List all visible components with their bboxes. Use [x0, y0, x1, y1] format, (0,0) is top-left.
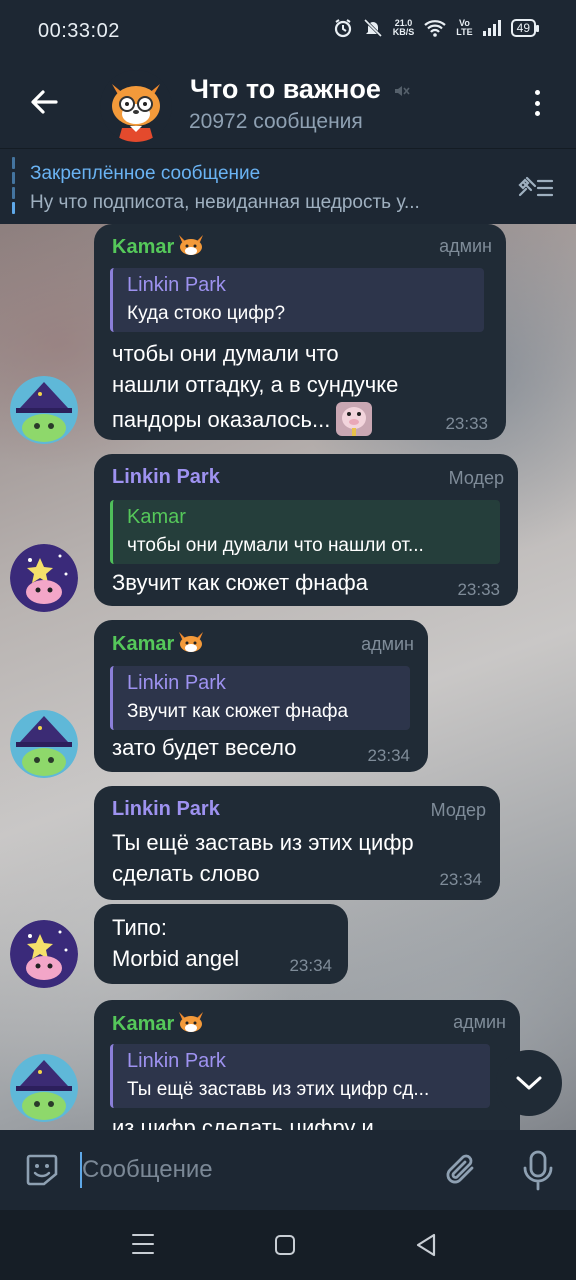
wifi-icon — [424, 20, 447, 37]
mute-bell-icon — [363, 18, 382, 38]
back-arrow-icon[interactable] — [26, 84, 62, 120]
avatar-linkin-park[interactable] — [10, 544, 78, 612]
message-time: 23:34 — [367, 746, 410, 765]
message-time: 23:34 — [289, 956, 332, 975]
emoji-sticker-icon[interactable] — [22, 1150, 62, 1190]
message-bubble[interactable]: Linkin Park Модер Ты ещё заставь из этих… — [94, 786, 500, 900]
pin-list-icon[interactable] — [516, 173, 556, 201]
sender-name[interactable]: Linkin Park — [112, 466, 220, 489]
reply-text: Ты ещё заставь из этих цифр сд... — [127, 1079, 430, 1100]
message-bubble[interactable]: Kamar админ Linkin Park Звучит как сюжет… — [94, 620, 428, 772]
sender-role: Модер — [430, 800, 486, 820]
fox-emoji-icon — [179, 235, 204, 255]
message-time: 23:34 — [439, 870, 482, 889]
carrier-label: Vo LTE — [456, 18, 473, 37]
pinned-message-bar[interactable]: Закреплённое сообщение Ну что подписота,… — [0, 148, 576, 224]
sender-name[interactable]: Kamar — [112, 1010, 206, 1036]
message-text: чтобы они думали что нашли отгадку, а в … — [112, 338, 398, 438]
pinned-text: Ну что подписота, невиданная щедрость у.… — [30, 192, 420, 213]
avatar-linkin-park[interactable] — [10, 920, 78, 988]
message-composer — [0, 1130, 576, 1210]
avatar-kamar[interactable] — [10, 376, 78, 444]
sender-name[interactable]: Linkin Park — [112, 798, 220, 821]
reply-text: чтобы они думали что нашли от... — [127, 535, 424, 556]
chat-header: Что то важное 20972 сообщения — [0, 62, 576, 148]
avatar-kamar[interactable] — [10, 1054, 78, 1122]
home-icon[interactable] — [275, 1235, 295, 1255]
chat-area[interactable]: Kamar админ Linkin Park Куда стоко цифр?… — [0, 224, 576, 1130]
message-text: Ты ещё заставь из этих цифр сделать слов… — [112, 830, 414, 886]
nav-back-icon[interactable] — [414, 1232, 438, 1258]
sender-role: админ — [439, 236, 492, 256]
message-text: Звучит как сюжет фнафа — [112, 570, 368, 595]
sender-name[interactable]: Kamar — [112, 630, 206, 656]
muted-speaker-icon — [395, 86, 410, 96]
reply-quote[interactable]: Linkin Park Куда стоко цифр? — [110, 268, 484, 332]
clock: 00:33:02 — [38, 20, 120, 42]
reply-quote[interactable]: Linkin Park Звучит как сюжет фнафа — [110, 666, 410, 730]
signal-icon — [482, 20, 501, 36]
battery-icon: 49 — [510, 19, 540, 37]
member-count: 20972 сообщения — [189, 110, 363, 133]
sender-role: админ — [453, 1012, 506, 1032]
avatar-kamar[interactable] — [10, 710, 78, 778]
reply-quote[interactable]: Linkin Park Ты ещё заставь из этих цифр … — [110, 1044, 490, 1108]
scroll-down-button[interactable] — [496, 1050, 562, 1116]
message-text: зато будет весело — [112, 735, 297, 760]
pin-indicator — [12, 157, 15, 215]
fox-emoji-icon — [179, 1012, 204, 1032]
message-time: 23:33 — [457, 580, 500, 599]
reply-quote[interactable]: Kamar чтобы они думали что нашли от... — [110, 500, 500, 564]
status-bar: 00:33:02 21.0 KB/S Vo LTE 49 — [0, 0, 576, 62]
pinned-title: Закреплённое сообщение — [30, 163, 261, 184]
alarm-icon — [334, 19, 351, 38]
recents-icon[interactable] — [132, 1234, 154, 1254]
chat-avatar[interactable] — [100, 70, 172, 142]
net-speed: 21.0 KB/S — [392, 18, 415, 37]
crying-pig-emoji-icon — [336, 402, 373, 436]
fox-emoji-icon — [179, 632, 204, 652]
message-text: Типо: Morbid angel — [112, 915, 240, 971]
sender-role: Модер — [448, 468, 504, 488]
microphone-icon[interactable] — [518, 1148, 558, 1192]
reply-text: Куда стоко цифр? — [127, 303, 286, 324]
more-vertical-icon[interactable] — [526, 86, 548, 120]
reply-name: Kamar — [127, 506, 186, 528]
status-icons: 21.0 KB/S Vo LTE 49 — [333, 18, 540, 38]
message-input[interactable] — [82, 1150, 422, 1190]
message-text: из цифр сделать цифру и — [112, 1115, 374, 1130]
sender-role: админ — [361, 634, 414, 654]
message-time: 23:33 — [445, 414, 488, 433]
reply-name: Linkin Park — [127, 274, 226, 296]
system-nav-bar — [0, 1210, 576, 1280]
reply-name: Linkin Park — [127, 672, 226, 694]
reply-text: Звучит как сюжет фнафа — [127, 701, 349, 722]
paperclip-icon[interactable] — [442, 1150, 482, 1190]
chevron-down-icon — [516, 1076, 542, 1090]
sender-name[interactable]: Kamar — [112, 233, 206, 259]
reply-name: Linkin Park — [127, 1050, 226, 1072]
message-bubble[interactable]: Kamar админ Linkin Park Куда стоко цифр?… — [94, 224, 506, 440]
message-bubble[interactable]: Типо: Morbid angel 23:34 — [94, 904, 348, 984]
message-bubble[interactable]: Linkin Park Модер Kamar чтобы они думали… — [94, 454, 518, 606]
chat-title[interactable]: Что то важное — [190, 74, 381, 105]
message-bubble[interactable]: Kamar админ Linkin Park Ты ещё заставь и… — [94, 1000, 520, 1130]
